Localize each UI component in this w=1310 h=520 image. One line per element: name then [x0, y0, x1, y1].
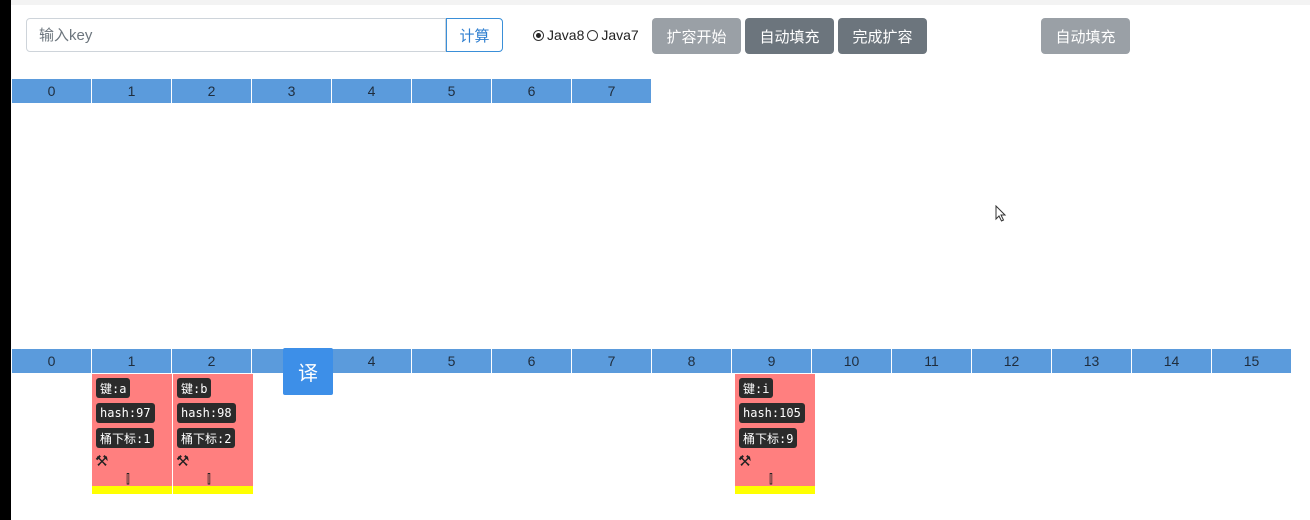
top-strip	[11, 0, 1310, 5]
calculate-button[interactable]: 计算	[446, 18, 503, 52]
new-bucket-index: 4	[332, 349, 412, 373]
old-bucket-index: 6	[492, 79, 572, 103]
node-bucket-index: 桶下标:1	[96, 428, 155, 448]
new-bucket-index: 11	[892, 349, 972, 373]
mouse-cursor-icon	[995, 205, 1007, 222]
node-bottom-bar	[735, 486, 815, 494]
new-bucket-index: 2	[172, 349, 252, 373]
java7-label[interactable]: Java7	[601, 27, 638, 43]
new-bucket-index: 1	[92, 349, 172, 373]
node-hash: hash:97	[96, 403, 155, 423]
new-bucket-index: 15	[1212, 349, 1292, 373]
node-hash: hash:105	[739, 403, 805, 423]
new-bucket-index: 10	[812, 349, 892, 373]
new-bucket-index: 0	[12, 349, 92, 373]
node-hash: hash:98	[177, 403, 236, 423]
new-bucket-index: 5	[412, 349, 492, 373]
auto-fill-button-secondary[interactable]: 自动填充	[1041, 18, 1130, 54]
node-card[interactable]: 键:b hash:98 桶下标:2 ⚒ ⫿	[173, 374, 253, 494]
left-window-border	[0, 0, 11, 520]
finish-expand-button[interactable]: 完成扩容	[838, 18, 927, 54]
java8-radio[interactable]	[533, 29, 544, 41]
new-bucket-index: 9	[732, 349, 812, 373]
node-card[interactable]: 键:i hash:105 桶下标:9 ⚒ ⫿	[735, 374, 815, 494]
node-bottom-bar	[173, 486, 253, 494]
new-table-header: 0 1 2 3 4 5 6 7 8 9 10 11 12 13 14 15	[12, 349, 1292, 373]
new-bucket-index: 6	[492, 349, 572, 373]
bolt-icon: ⫿	[769, 472, 773, 486]
key-input[interactable]	[26, 18, 446, 52]
bolt-icon: ⫿	[126, 472, 130, 486]
tools-icon: ⚒	[176, 453, 190, 470]
node-bucket-index: 桶下标:9	[739, 428, 798, 448]
old-bucket-index: 7	[572, 79, 652, 103]
node-key: 键:a	[96, 378, 131, 398]
node-bottom-bar	[92, 486, 172, 494]
tools-icon: ⚒	[95, 453, 109, 470]
old-bucket-index: 2	[172, 79, 252, 103]
new-bucket-index: 12	[972, 349, 1052, 373]
old-bucket-index: 3	[252, 79, 332, 103]
node-key: 键:b	[177, 378, 212, 398]
node-key: 键:i	[739, 378, 774, 398]
bolt-icon: ⫿	[207, 472, 211, 486]
node-bucket-index: 桶下标:2	[177, 428, 236, 448]
new-bucket-index: 7	[572, 349, 652, 373]
new-bucket-index: 8	[652, 349, 732, 373]
expand-start-button[interactable]: 扩容开始	[652, 18, 741, 54]
translate-badge[interactable]: 译	[283, 348, 333, 395]
old-bucket-index: 4	[332, 79, 412, 103]
tools-icon: ⚒	[738, 453, 752, 470]
new-bucket-index: 14	[1132, 349, 1212, 373]
auto-fill-button[interactable]: 自动填充	[745, 18, 834, 54]
node-card[interactable]: 键:a hash:97 桶下标:1 ⚒ ⫿	[92, 374, 172, 494]
old-bucket-index: 5	[412, 79, 492, 103]
java7-radio[interactable]	[587, 29, 599, 41]
old-table-header: 0 1 2 3 4 5 6 7	[12, 79, 652, 103]
new-bucket-index: 13	[1052, 349, 1132, 373]
java8-label[interactable]: Java8	[547, 27, 584, 43]
old-bucket-index: 1	[92, 79, 172, 103]
old-bucket-index: 0	[12, 79, 92, 103]
java-version-radio-group: Java8 Java7	[533, 26, 642, 44]
